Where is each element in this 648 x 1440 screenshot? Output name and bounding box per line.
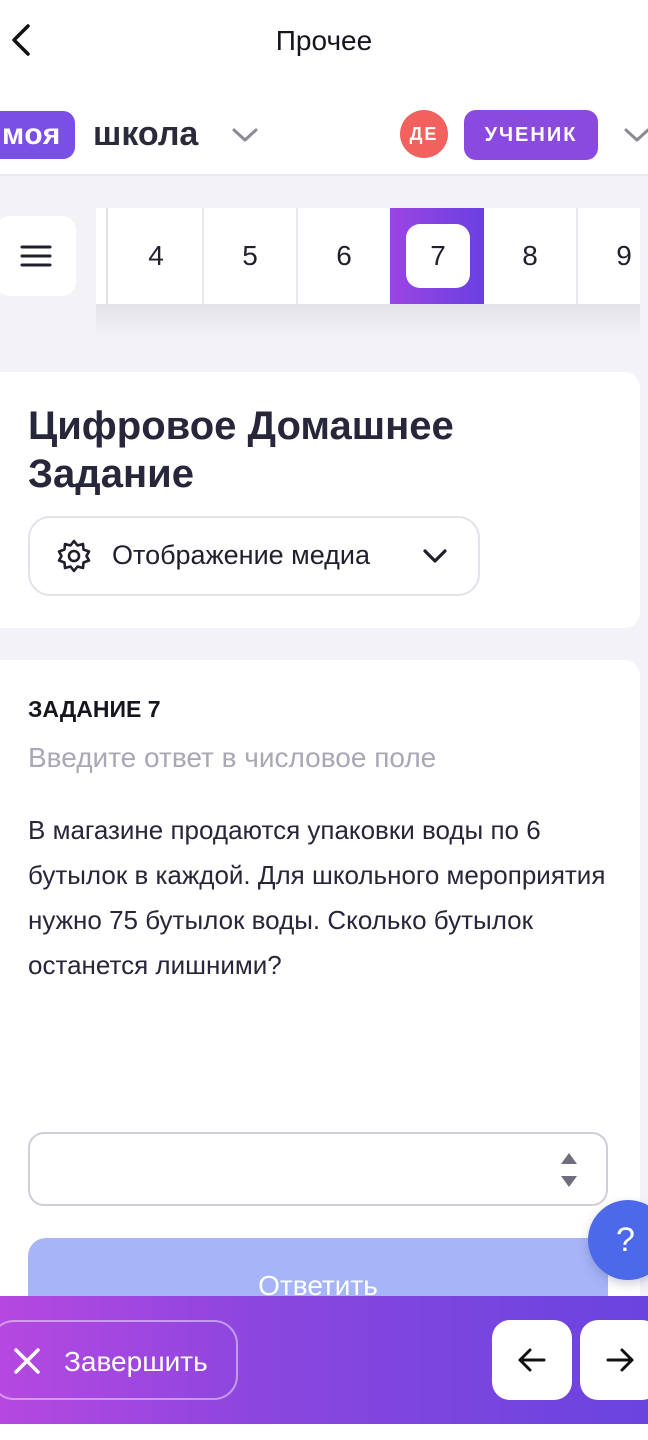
page-item-9[interactable]: 9 xyxy=(578,208,640,304)
page-item-8[interactable]: 8 xyxy=(484,208,578,304)
task-number: ЗАДАНИЕ 7 xyxy=(28,696,161,722)
top-bar: Прочее xyxy=(0,0,648,82)
finish-label: Завершить xyxy=(64,1346,208,1377)
page-title: Прочее xyxy=(275,25,373,56)
chevron-down-icon xyxy=(423,549,447,563)
page-item-7-active[interactable]: 7 xyxy=(390,208,484,304)
close-icon xyxy=(14,1348,40,1374)
brand-bar: моя школа ДЕ УЧЕНИК xyxy=(0,82,648,176)
page-item-6[interactable]: 6 xyxy=(298,208,392,304)
page-item-5[interactable]: 5 xyxy=(204,208,298,304)
arrow-right-icon xyxy=(606,1348,634,1372)
media-display-dropdown[interactable]: Отображение медиа xyxy=(28,516,480,596)
answer-number-input[interactable] xyxy=(28,1132,608,1206)
bottom-bar: Завершить xyxy=(0,1296,648,1424)
pager-shadow xyxy=(96,302,640,336)
page-item-7-label: 7 xyxy=(406,224,470,288)
chevron-down-icon[interactable] xyxy=(230,124,260,144)
menu-icon xyxy=(20,245,52,267)
bottom-strip xyxy=(0,1424,648,1440)
role-badge[interactable]: УЧЕНИК xyxy=(464,110,598,160)
homework-card: Цифровое Домашнее Задание Отображение ме… xyxy=(0,372,640,628)
homework-title: Цифровое Домашнее Задание xyxy=(28,404,454,496)
gear-icon xyxy=(57,539,91,573)
previous-task-button[interactable] xyxy=(492,1320,572,1400)
avatar[interactable]: ДЕ xyxy=(400,110,448,158)
pager-item-partial[interactable] xyxy=(96,208,108,304)
number-spinner-icon[interactable] xyxy=(560,1150,578,1190)
page-item-4[interactable]: 4 xyxy=(110,208,204,304)
task-hint: Введите ответ в числовое поле xyxy=(28,742,437,773)
next-task-button[interactable] xyxy=(580,1320,648,1400)
task-pager: 4 5 6 7 8 9 xyxy=(96,208,640,304)
menu-button[interactable] xyxy=(0,216,76,296)
finish-button[interactable]: Завершить xyxy=(0,1320,238,1400)
logo-shkola[interactable]: школа xyxy=(93,112,198,156)
arrow-left-icon xyxy=(518,1348,546,1372)
media-display-label: Отображение медиа xyxy=(112,540,371,570)
task-text: В магазине продаются упаковки воды по 6 … xyxy=(28,815,606,980)
role-chevron-down-icon[interactable] xyxy=(622,124,648,144)
logo-moya[interactable]: моя xyxy=(0,111,75,159)
